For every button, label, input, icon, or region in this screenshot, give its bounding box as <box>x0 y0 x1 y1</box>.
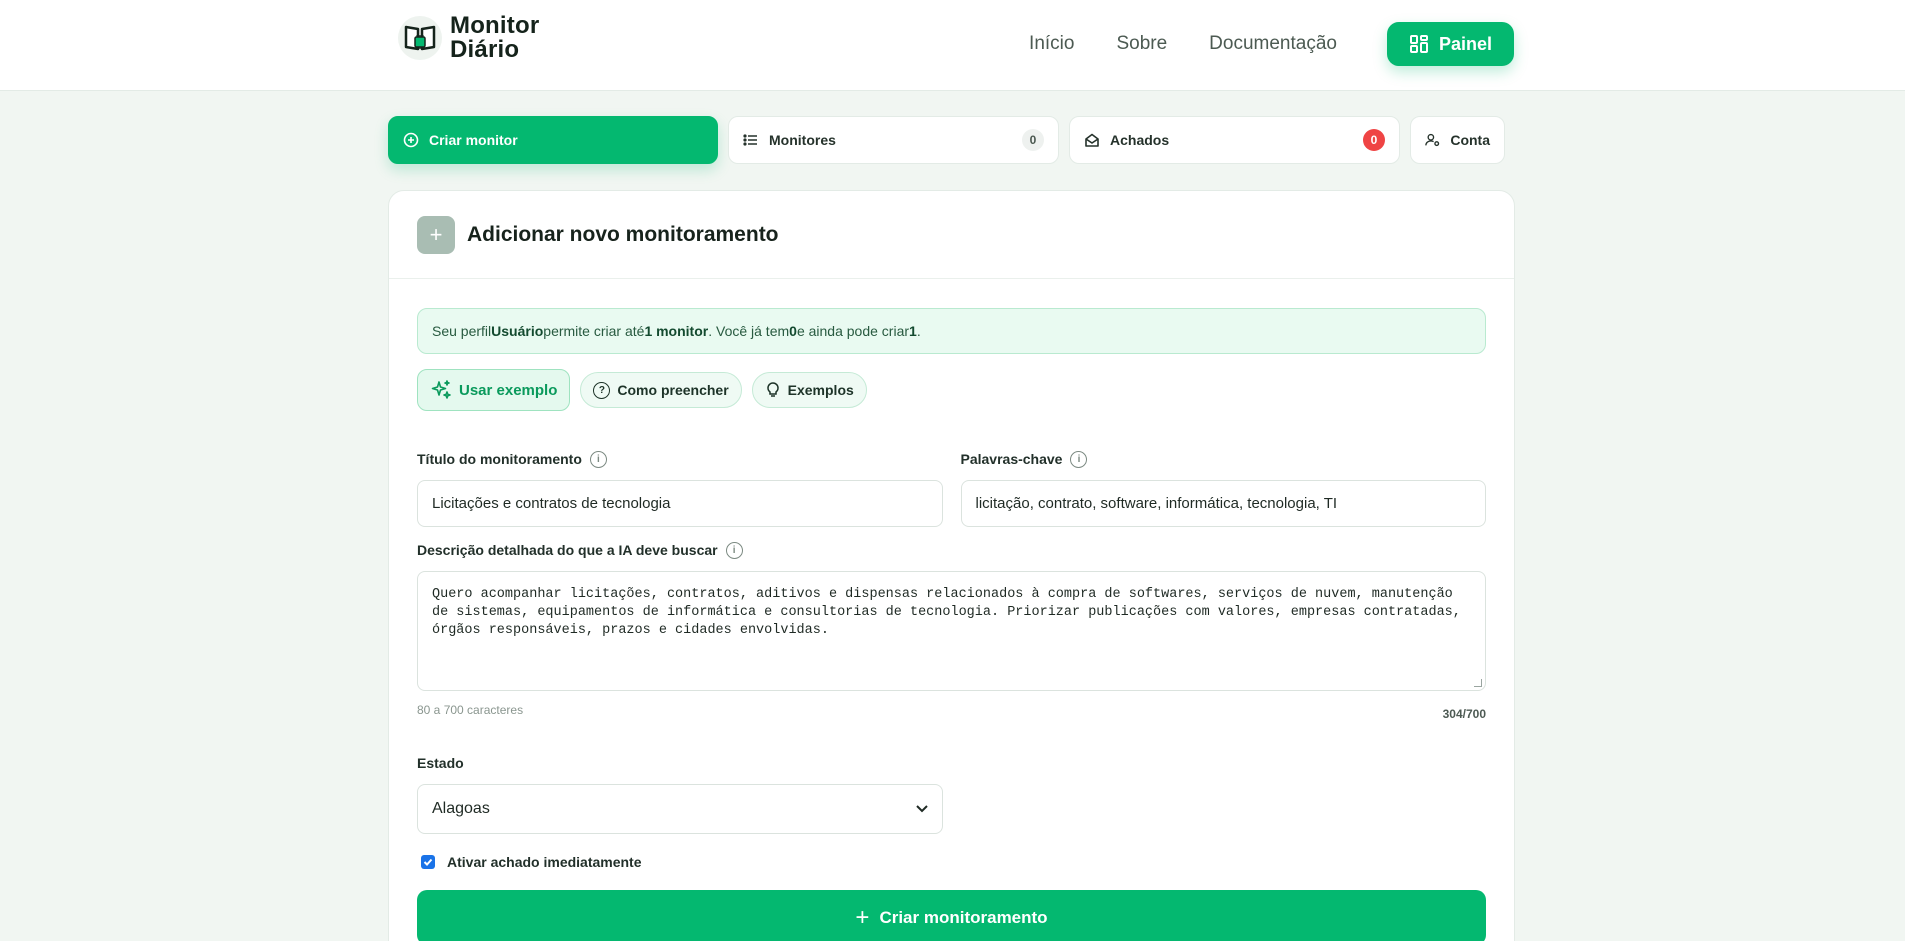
info-icon[interactable]: i <box>589 450 607 468</box>
nav-link-documentacao[interactable]: Documentação <box>1209 33 1337 55</box>
state-select[interactable]: Alagoas <box>417 784 943 834</box>
quota-notice: Seu perfil Usuário permite criar até 1 m… <box>417 308 1486 354</box>
activate-row: Ativar achado imediatamente <box>417 854 1486 870</box>
plus-icon: + <box>855 903 870 931</box>
how-to-fill-button[interactable]: ? Como preencher <box>580 372 742 408</box>
brand-logo[interactable]: Monitor Diário <box>398 14 539 62</box>
create-monitor-card: + Adicionar novo monitoramento Seu perfi… <box>388 190 1515 941</box>
description-hints: 80 a 700 caracteres 304/700 <box>417 703 1486 721</box>
tab-label: Criar monitor <box>429 132 518 148</box>
activate-checkbox[interactable] <box>421 855 435 869</box>
title-input[interactable]: Licitações e contratos de tecnologia <box>417 480 943 527</box>
create-monitor-button[interactable]: + Criar monitoramento <box>417 890 1486 941</box>
lightbulb-icon <box>766 382 779 397</box>
char-range-hint: 80 a 700 caracteres <box>417 703 524 717</box>
plus-circle-icon <box>403 132 419 148</box>
dashboard-icon <box>1409 35 1428 53</box>
helper-label: Usar exemplo <box>459 381 558 399</box>
info-icon[interactable]: i <box>1070 450 1088 468</box>
title-keywords-row: Título do monitoramento i Licitações e c… <box>417 449 1486 527</box>
title-field-label: Título do monitoramento i <box>417 449 943 469</box>
use-example-button[interactable]: Usar exemplo <box>417 369 571 411</box>
tab-conta[interactable]: Conta <box>1410 116 1505 164</box>
painel-label: Painel <box>1438 33 1492 54</box>
section-tabs: Criar monitor Monitores 0 Achados 0 Cont… <box>388 116 1505 164</box>
activate-label[interactable]: Ativar achado imediatamente <box>447 854 642 870</box>
monitores-count-badge: 0 <box>1022 129 1044 151</box>
envelope-open-icon <box>1085 133 1099 147</box>
char-counter: 304/700 <box>1442 707 1486 721</box>
achados-count-badge: 0 <box>1363 129 1385 151</box>
tab-label: Achados <box>1110 132 1170 148</box>
tab-label: Conta <box>1450 132 1490 148</box>
resize-handle-icon[interactable] <box>1474 679 1482 687</box>
card-title: Adicionar novo monitoramento <box>467 222 779 246</box>
state-selected-value: Alagoas <box>432 800 490 817</box>
chevron-down-icon <box>916 805 928 813</box>
book-chip-icon <box>398 16 442 60</box>
title-field: Título do monitoramento i Licitações e c… <box>417 449 943 527</box>
main-nav: Início Sobre Documentação Painel <box>1029 22 1514 66</box>
description-textarea[interactable]: Quero acompanhar licitações, contratos, … <box>417 571 1486 691</box>
info-icon[interactable]: i <box>725 541 743 559</box>
top-navbar: Monitor Diário Início Sobre Documentação… <box>0 0 1905 91</box>
plus-icon: + <box>417 215 455 254</box>
keywords-field: Palavras-chave i licitação, contrato, so… <box>960 449 1487 527</box>
keywords-field-label: Palavras-chave i <box>961 449 1487 469</box>
submit-label: Criar monitoramento <box>879 907 1048 927</box>
description-field: Descrição detalhada do que a IA deve bus… <box>417 540 1486 721</box>
helper-buttons: Usar exemplo ? Como preencher Exemplos <box>417 369 1486 411</box>
keywords-input[interactable]: licitação, contrato, software, informáti… <box>960 480 1486 527</box>
sparkles-icon <box>431 380 451 399</box>
tab-label: Monitores <box>769 132 836 148</box>
tab-monitores[interactable]: Monitores 0 <box>728 116 1059 164</box>
nav-link-inicio[interactable]: Início <box>1029 33 1074 55</box>
state-field-label: Estado <box>417 755 464 771</box>
examples-button[interactable]: Exemplos <box>751 372 867 408</box>
nav-link-sobre[interactable]: Sobre <box>1116 33 1167 55</box>
state-field: Estado Alagoas <box>417 753 1486 834</box>
tab-criar-monitor[interactable]: Criar monitor <box>388 116 718 164</box>
brand-name: Monitor Diário <box>450 12 540 63</box>
question-icon: ? <box>593 381 611 399</box>
check-icon <box>423 858 433 866</box>
form-body: Seu perfil Usuário permite criar até 1 m… <box>417 308 1486 941</box>
helper-label: Como preencher <box>617 382 729 398</box>
list-icon <box>743 134 757 146</box>
painel-button[interactable]: Painel <box>1386 22 1514 66</box>
description-field-label: Descrição detalhada do que a IA deve bus… <box>417 540 1486 560</box>
card-header: + Adicionar novo monitoramento <box>389 191 1514 279</box>
user-gear-icon <box>1425 133 1440 147</box>
helper-label: Exemplos <box>787 382 854 398</box>
tab-achados[interactable]: Achados 0 <box>1069 116 1400 164</box>
